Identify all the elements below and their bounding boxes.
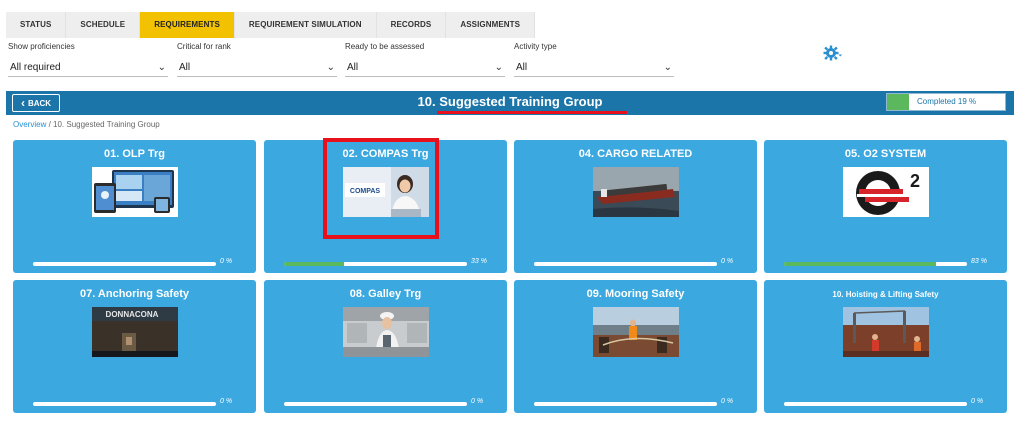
- card-title: 05. O2 SYSTEM: [844, 148, 927, 160]
- card-title: 01. OLP Trg: [104, 148, 165, 160]
- galley-thumbnail: [343, 307, 429, 357]
- requirement-card[interactable]: 07. Anchoring Safety DONNACONA 0 %: [13, 280, 256, 413]
- card-progress-bar: [784, 402, 967, 406]
- card-title: 04. CARGO RELATED: [578, 148, 693, 160]
- completed-label: Completed 19 %: [917, 97, 977, 106]
- filter-activity-type: Activity type All ⌄: [514, 42, 674, 77]
- card-progress-bar: [284, 402, 467, 406]
- tab-assignments[interactable]: ASSIGNMENTS: [446, 12, 536, 38]
- gear-icon[interactable]: [823, 44, 843, 64]
- breadcrumb-overview-link[interactable]: Overview: [13, 120, 46, 129]
- breadcrumb: Overview / 10. Suggested Training Group: [13, 120, 160, 129]
- tab-bar: STATUS SCHEDULE REQUIREMENTS REQUIREMENT…: [6, 12, 536, 38]
- requirement-card[interactable]: 10. Hoisting & Lifting Safety 0 %: [764, 280, 1007, 413]
- filter-critical-for-rank: Critical for rank All ⌄: [177, 42, 337, 77]
- olp-devices-thumbnail: [92, 167, 178, 217]
- card-progress-percent: 0 %: [471, 398, 484, 405]
- ship-name-text: DONNACONA: [106, 310, 159, 319]
- card-progress-percent: 0 %: [220, 398, 233, 405]
- critical-for-rank-select[interactable]: All ⌄: [177, 59, 337, 77]
- chevron-down-icon: ⌄: [157, 62, 166, 73]
- chevron-down-icon: ⌄: [663, 62, 672, 73]
- card-progress-bar: [534, 262, 717, 266]
- card-progress-percent: 33 %: [471, 258, 487, 265]
- card-title: 07. Anchoring Safety: [79, 288, 189, 300]
- select-value: All: [516, 62, 528, 73]
- tab-status[interactable]: STATUS: [6, 12, 67, 38]
- filter-label: Show proficiencies: [8, 42, 75, 51]
- card-progress-bar: [784, 262, 967, 266]
- card-progress-bar: [33, 262, 216, 266]
- card-title: 10. Hoisting & Lifting Safety: [832, 290, 939, 299]
- card-title: 09. Mooring Safety: [586, 288, 685, 300]
- breadcrumb-separator: /: [46, 120, 54, 129]
- filter-ready-to-be-assessed: Ready to be assessed All ⌄: [345, 42, 505, 77]
- show-proficiencies-select[interactable]: All required ⌄: [8, 59, 168, 77]
- hoisting-thumbnail: [843, 307, 929, 357]
- requirement-card[interactable]: 05. O2 SYSTEM 2 83 %: [764, 140, 1007, 273]
- tab-schedule[interactable]: SCHEDULE: [66, 12, 141, 38]
- o2-logo-text: 2: [910, 171, 920, 191]
- card-progress-bar: [33, 402, 216, 406]
- anchoring-thumbnail: DONNACONA: [92, 307, 178, 357]
- card-progress-bar: [284, 262, 467, 266]
- activity-type-select[interactable]: All ⌄: [514, 59, 674, 77]
- tab-requirement-simulation[interactable]: REQUIREMENT SIMULATION: [234, 12, 377, 38]
- completed-progress-fill: [887, 94, 910, 110]
- card-progress-percent: 83 %: [971, 258, 987, 265]
- select-value: All required: [10, 62, 61, 73]
- requirement-card[interactable]: 04. CARGO RELATED 0 %: [514, 140, 757, 273]
- card-progress-percent: 0 %: [721, 258, 734, 265]
- select-value: All: [347, 62, 359, 73]
- card-progress-percent: 0 %: [971, 398, 984, 405]
- filter-label: Activity type: [514, 42, 557, 51]
- chevron-down-icon: ⌄: [326, 62, 335, 73]
- page-title: 10. Suggested Training Group: [417, 94, 603, 109]
- card-progress-percent: 0 %: [721, 398, 734, 405]
- filter-label: Critical for rank: [177, 42, 231, 51]
- filter-label: Ready to be assessed: [345, 42, 425, 51]
- highlight-annotation-box: [323, 138, 439, 239]
- card-progress-percent: 0 %: [220, 258, 233, 265]
- card-progress-fill: [784, 262, 936, 266]
- card-title: 08. Galley Trg: [349, 288, 422, 300]
- breadcrumb-current: 10. Suggested Training Group: [53, 120, 160, 129]
- tab-requirements[interactable]: REQUIREMENTS: [140, 12, 235, 38]
- chevron-down-icon: ⌄: [494, 62, 503, 73]
- title-annotation-underline: [437, 111, 627, 114]
- card-progress-fill: [284, 262, 345, 266]
- ready-to-be-assessed-select[interactable]: All ⌄: [345, 59, 505, 77]
- card-progress-bar: [534, 402, 717, 406]
- requirement-card[interactable]: 09. Mooring Safety 0 %: [514, 280, 757, 413]
- mooring-thumbnail: [593, 307, 679, 357]
- requirement-card[interactable]: 08. Galley Trg 0 %: [264, 280, 507, 413]
- cargo-ship-thumbnail: [593, 167, 679, 217]
- tab-records[interactable]: RECORDS: [376, 12, 447, 38]
- requirement-card[interactable]: 01. OLP Trg 0 %: [13, 140, 256, 273]
- filter-show-proficiencies: Show proficiencies All required ⌄: [8, 42, 168, 77]
- select-value: All: [179, 62, 191, 73]
- completed-progress-badge: Completed 19 %: [886, 93, 1006, 111]
- o2-logo-thumbnail: 2: [843, 167, 929, 217]
